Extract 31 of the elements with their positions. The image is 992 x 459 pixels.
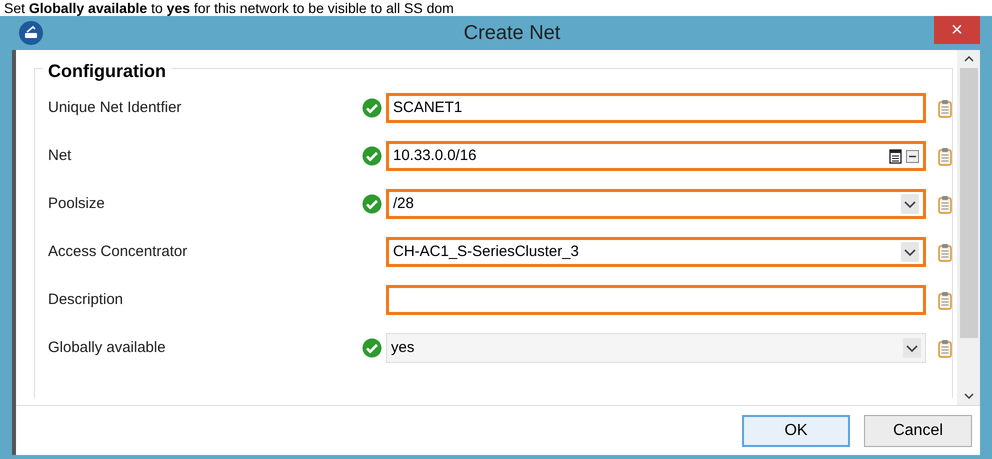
- input-field[interactable]: 10.33.0.0/16: [386, 141, 926, 171]
- app-icon: [18, 20, 44, 46]
- field-label: Poolsize: [48, 194, 106, 214]
- check-icon: [362, 146, 382, 166]
- check-icon: [362, 338, 382, 358]
- clipboard-icon[interactable]: [938, 146, 952, 166]
- window-title: Create Net: [462, 21, 562, 46]
- clipboard-icon[interactable]: [938, 338, 952, 358]
- dialog-button[interactable]: OK: [742, 414, 850, 446]
- clipboard-icon[interactable]: [938, 242, 952, 262]
- dialog-button[interactable]: Cancel: [864, 414, 972, 446]
- clipboard-icon[interactable]: [938, 98, 952, 118]
- field-label: Globally available: [48, 338, 167, 358]
- field-label: Description: [48, 290, 124, 310]
- check-icon: [362, 194, 382, 214]
- dropdown-field[interactable]: CH-AC1_S-SeriesCluster_3: [386, 237, 926, 267]
- clipboard-icon[interactable]: [938, 290, 952, 310]
- input-field[interactable]: [386, 285, 926, 315]
- field-label: Unique Net Identfier: [48, 98, 182, 118]
- input-field[interactable]: SCANET1: [386, 93, 926, 123]
- field-label: Access Concentrator: [48, 242, 188, 262]
- check-icon: [362, 98, 382, 118]
- field-label: Net: [48, 146, 72, 166]
- dropdown-field[interactable]: /28: [386, 189, 926, 219]
- minus-icon[interactable]: [906, 150, 919, 162]
- document-icon[interactable]: [889, 148, 902, 164]
- close-button[interactable]: ×: [934, 16, 980, 44]
- clipboard-icon[interactable]: [938, 194, 952, 214]
- scrollbar[interactable]: [957, 50, 980, 405]
- instruction-text: Set Globally available to yes for this network to be visible to all SS dom: [4, 0, 454, 16]
- dropdown-field[interactable]: yes: [386, 333, 926, 363]
